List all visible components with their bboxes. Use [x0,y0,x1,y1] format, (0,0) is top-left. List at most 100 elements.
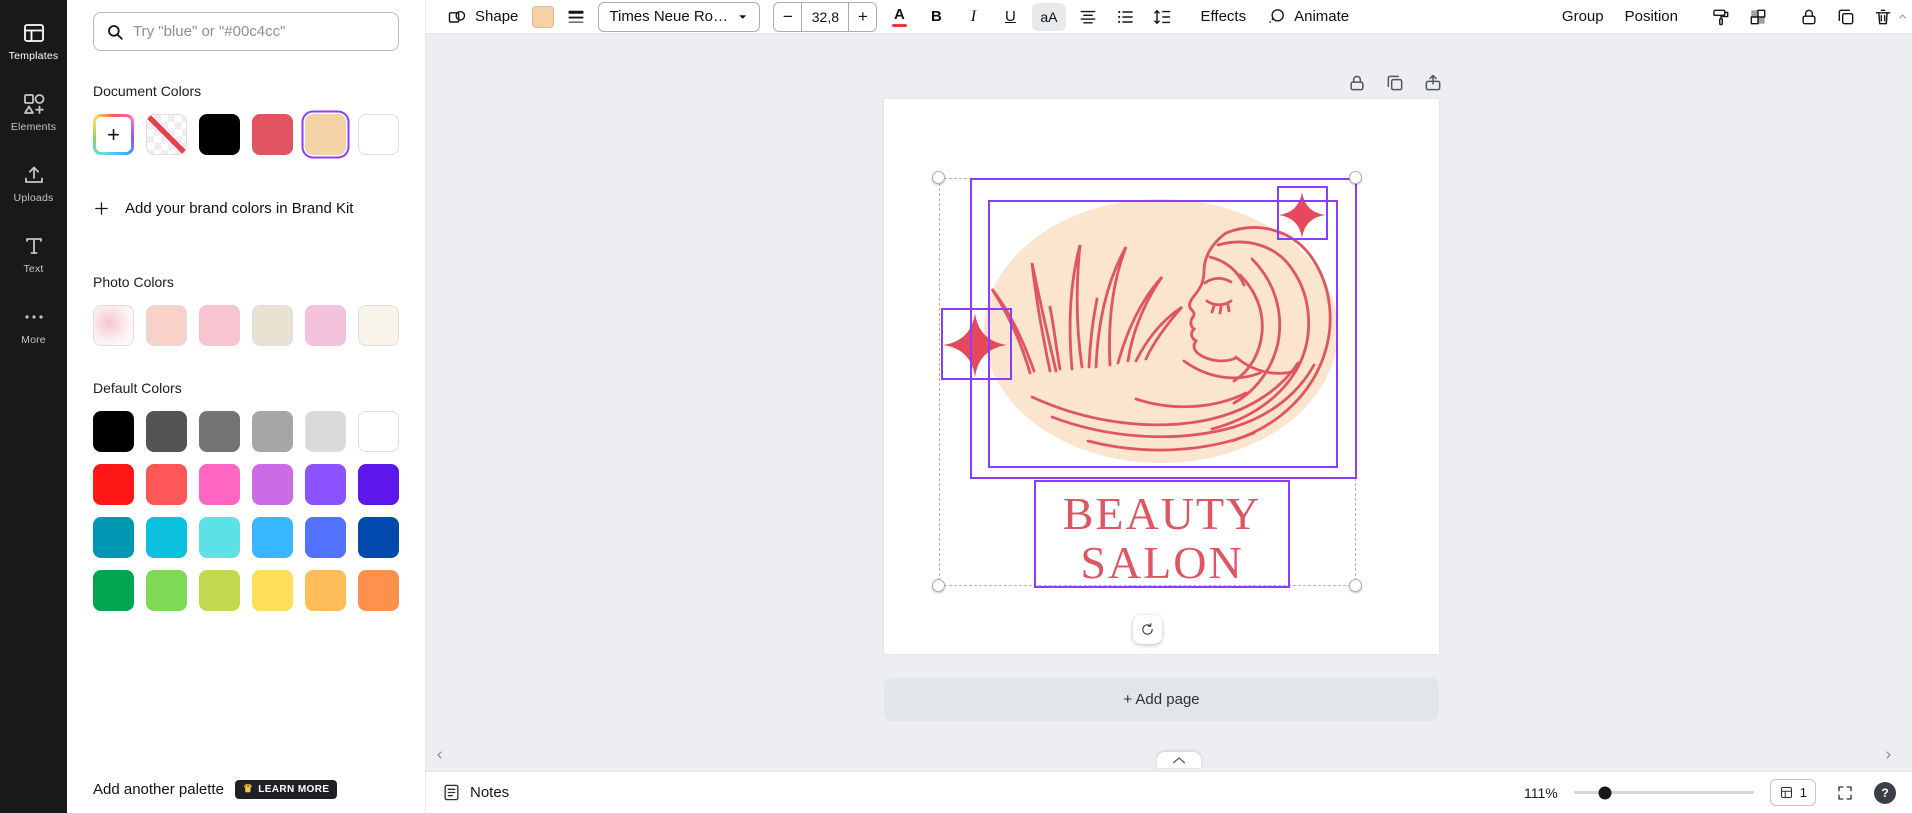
font-size-value[interactable]: 32,8 [801,3,849,31]
selected-star-left[interactable] [941,308,1012,380]
color-swatch[interactable] [199,114,240,155]
rotate-handle[interactable] [1133,615,1162,644]
color-swatch[interactable] [358,464,399,505]
chevron-down-icon [736,10,750,24]
font-size-decrease-button[interactable]: − [774,3,801,31]
add-color-swatch[interactable]: + [93,114,134,155]
add-palette-link[interactable]: Add another palette [93,781,224,798]
sidebar-item-uploads[interactable]: Uploads [0,148,67,219]
selected-star-top[interactable] [1277,186,1328,240]
delete-button[interactable] [1868,3,1898,31]
sidebar-item-elements[interactable]: Elements [0,77,67,148]
add-page-button[interactable]: + Add page [884,678,1439,721]
default-colors-row [93,517,399,558]
color-swatch[interactable] [146,305,187,346]
zoom-slider[interactable] [1574,791,1754,794]
color-swatch[interactable] [358,570,399,611]
color-swatch[interactable] [252,114,293,155]
color-swatch[interactable] [93,464,134,505]
shape-button[interactable]: Shape [440,3,525,31]
notes-button[interactable]: Notes [442,783,509,802]
font-family-select[interactable]: Times Neue Rom… [598,2,760,32]
resize-handle-top-right[interactable] [1349,171,1362,184]
uploads-icon [22,163,46,187]
learn-more-badge[interactable]: ♛ LEARN MORE [235,780,338,799]
page-indicator[interactable]: 1 [1770,779,1816,806]
color-search-input[interactable] [133,23,386,40]
color-panel: Document Colors + Add your brand colors … [67,0,426,813]
color-swatch[interactable] [252,411,293,452]
color-swatch[interactable] [252,570,293,611]
color-swatch[interactable] [199,305,240,346]
color-swatch[interactable] [146,411,187,452]
text-case-button[interactable]: aA [1032,3,1065,31]
color-swatch[interactable] [146,570,187,611]
lock-page-button[interactable] [1344,70,1370,96]
selected-text-box[interactable] [1034,480,1290,588]
color-swatch[interactable] [305,411,346,452]
border-style-button[interactable] [561,3,591,31]
group-button[interactable]: Group [1555,3,1611,31]
color-swatch[interactable] [199,464,240,505]
selected-frame-inner[interactable] [988,200,1338,468]
duplicate-icon [1836,7,1856,27]
alignment-button[interactable] [1073,3,1103,31]
color-swatch[interactable] [305,464,346,505]
color-swatch[interactable] [305,305,346,346]
resize-handle-bottom-left[interactable] [932,579,945,592]
zoom-slider-thumb[interactable] [1599,786,1612,799]
sidebar-item-templates[interactable]: Templates [0,6,67,77]
sidebar-item-more[interactable]: More [0,290,67,361]
color-swatch[interactable] [146,517,187,558]
copy-style-button[interactable] [1706,3,1736,31]
duplicate-page-button[interactable] [1382,70,1408,96]
fill-color-button[interactable] [532,6,554,28]
position-button[interactable]: Position [1618,3,1685,31]
bold-button[interactable]: B [921,3,951,31]
color-swatch[interactable] [305,517,346,558]
color-swatch[interactable] [305,570,346,611]
color-swatch[interactable] [93,305,134,346]
resize-handle-bottom-right[interactable] [1349,579,1362,592]
color-swatch[interactable] [146,464,187,505]
canvas-workspace[interactable]: BEAUTY SALON [426,34,1912,771]
color-swatch[interactable] [199,517,240,558]
italic-button[interactable]: I [958,3,988,31]
underline-button[interactable]: U [995,3,1025,31]
editor-region: Shape Times Neue Rom… − 32,8 + A B I U [426,0,1912,813]
no-color-swatch[interactable] [146,114,187,155]
export-page-button[interactable] [1420,70,1446,96]
duplicate-button[interactable] [1831,3,1861,31]
brand-kit-link[interactable]: Add your brand colors in Brand Kit [93,200,399,217]
resize-handle-top-left[interactable] [932,171,945,184]
color-swatch[interactable] [93,411,134,452]
fullscreen-button[interactable] [1832,780,1858,806]
color-swatch[interactable] [199,570,240,611]
scroll-left-arrow[interactable] [432,747,448,763]
lock-button[interactable] [1794,3,1824,31]
color-swatch[interactable] [93,517,134,558]
list-button[interactable] [1110,3,1140,31]
effects-button[interactable]: Effects [1194,3,1254,31]
color-swatch[interactable] [358,114,399,155]
line-spacing-button[interactable] [1147,3,1177,31]
scroll-right-arrow[interactable] [1880,747,1896,763]
text-color-button[interactable]: A [884,3,914,31]
animate-button[interactable]: Animate [1260,3,1356,31]
color-swatch[interactable] [252,517,293,558]
expand-panel-button[interactable] [1157,752,1201,768]
sidebar-item-text[interactable]: Text [0,219,67,290]
font-size-increase-button[interactable]: + [849,3,876,31]
color-swatch[interactable] [252,305,293,346]
color-swatch[interactable] [358,305,399,346]
scroll-up-arrow[interactable] [1895,9,1909,23]
color-swatch[interactable] [358,517,399,558]
color-swatch[interactable] [358,411,399,452]
help-button[interactable]: ? [1874,782,1896,804]
color-swatch[interactable] [199,411,240,452]
transparency-button[interactable] [1743,3,1773,31]
color-swatch[interactable] [93,570,134,611]
color-swatch[interactable] [252,464,293,505]
animate-icon [1267,7,1286,26]
color-swatch[interactable] [305,114,346,155]
